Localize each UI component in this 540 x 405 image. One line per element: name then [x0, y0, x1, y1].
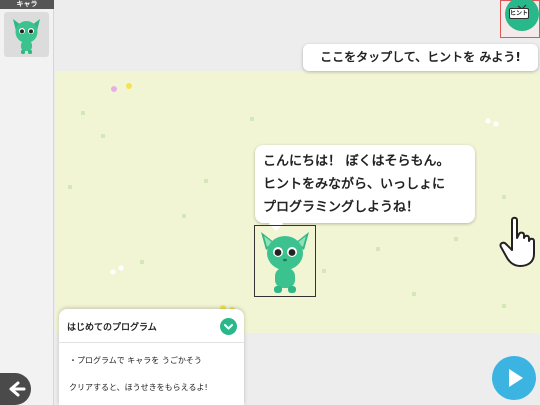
- play-button[interactable]: [492, 356, 536, 400]
- speech-line-3: プログラミングしようね！: [263, 200, 420, 215]
- character-thumbnail[interactable]: [4, 12, 49, 57]
- hint-label: ヒント: [509, 8, 529, 19]
- play-icon: [509, 369, 523, 387]
- character-panel-header: キャラ: [0, 0, 54, 9]
- green-cat-character: [261, 232, 309, 293]
- tv-icon: ヒント: [505, 0, 539, 31]
- program-description: ・プログラムで キャラを うごかそう: [69, 356, 202, 365]
- program-title: はじめてのプログラム: [67, 323, 157, 333]
- hint-button[interactable]: ヒント: [500, 0, 540, 38]
- program-panel: はじめてのプログラム ・プログラムで キャラを うごかそう クリアすると、ほうせ…: [59, 309, 244, 405]
- program-reward-note: クリアすると、ほうせきをもらえるよ!: [69, 383, 208, 392]
- back-button[interactable]: [0, 373, 31, 405]
- character-panel: キャラ: [0, 0, 54, 405]
- speech-bubble: こんにちは！ ぼくはそらもん。 ヒントをみながら、いっしょに プログラミングしよ…: [255, 145, 475, 232]
- character-sprite[interactable]: [254, 225, 316, 297]
- pointing-hand-icon: [498, 216, 540, 268]
- speech-line-1: こんにちは！ ぼくはそらもん。: [263, 154, 450, 169]
- back-arrow-icon: [9, 381, 26, 397]
- green-cat-character-icon: [13, 19, 40, 54]
- panel-divider: [59, 342, 244, 343]
- chevron-down-icon: [224, 324, 233, 330]
- collapse-button[interactable]: [220, 318, 237, 335]
- speech-line-2: ヒントをみながら、いっしょに: [263, 177, 446, 192]
- hint-callout: ここをタップして、ヒントを みよう!: [303, 44, 538, 71]
